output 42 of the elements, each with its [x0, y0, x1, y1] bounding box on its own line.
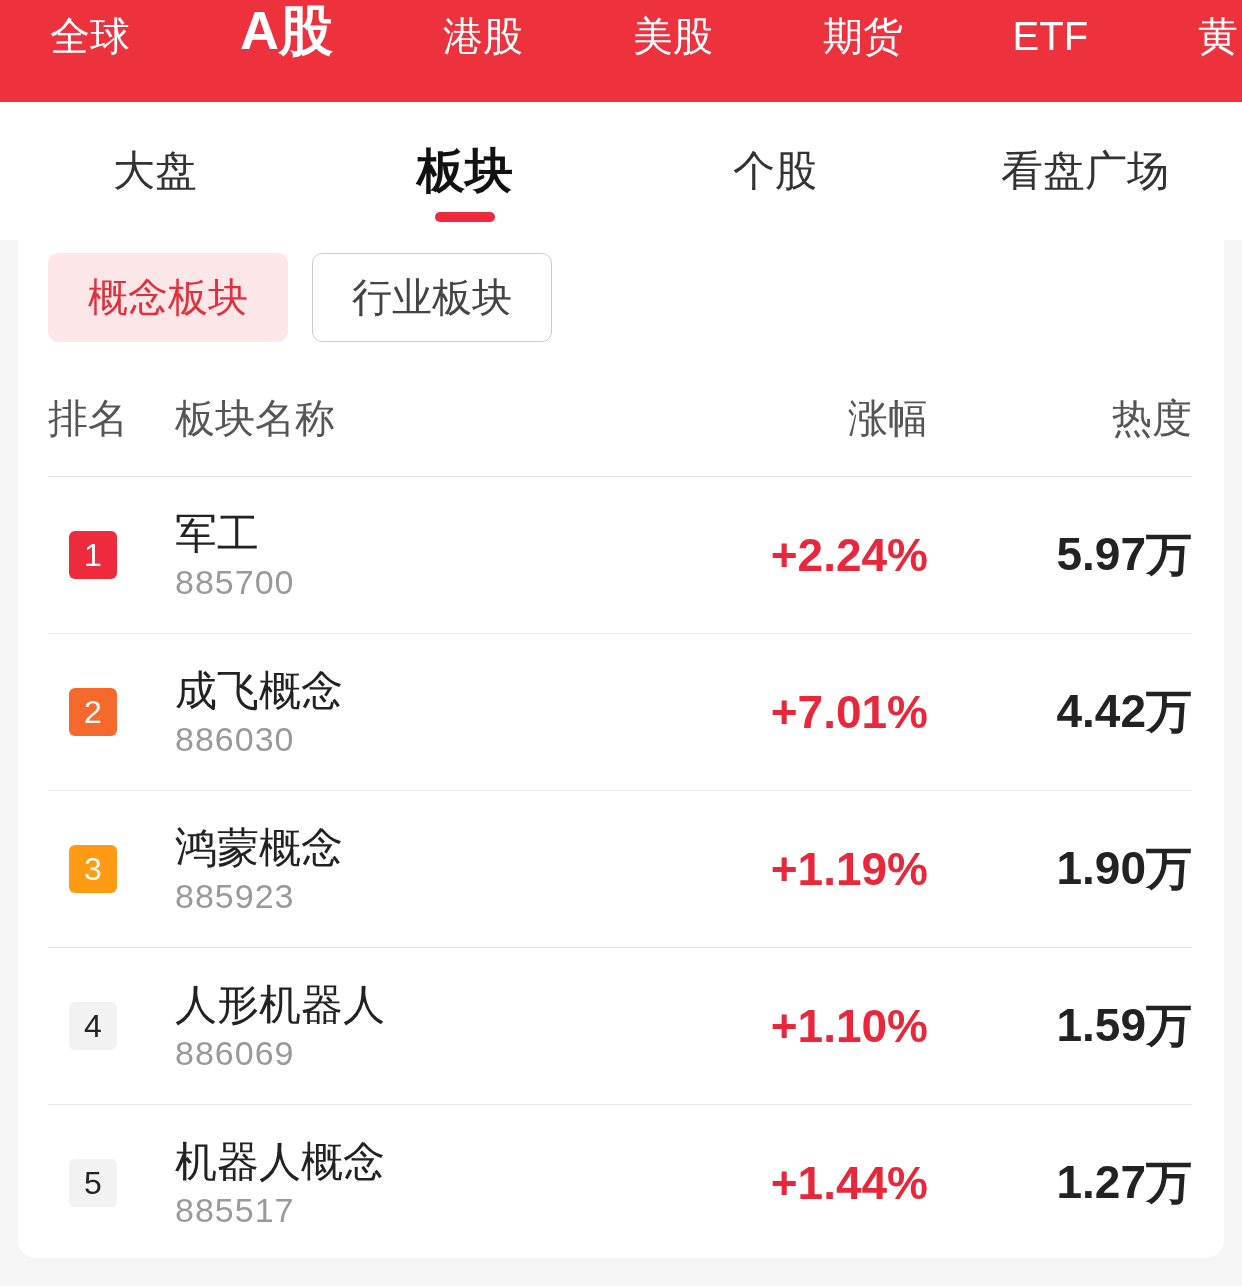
rank-badge: 2 [69, 688, 117, 736]
rank-badge: 5 [69, 1159, 117, 1207]
change-percent: +7.01% [770, 686, 928, 738]
heat-value: 1.90万 [1056, 842, 1192, 894]
heat-value: 1.27万 [1056, 1156, 1192, 1208]
sector-code: 885700 [175, 562, 295, 603]
rank-badge: 4 [69, 1002, 117, 1050]
rank-badge: 1 [69, 531, 117, 579]
column-header: 涨幅 [847, 395, 928, 442]
sector-name: 人形机器人 [175, 980, 385, 1030]
change-percent: +1.10% [770, 1000, 928, 1052]
change-percent: +1.19% [770, 843, 928, 895]
sector-code: 886030 [175, 719, 295, 760]
market-tab[interactable]: A股 [239, 0, 333, 60]
change-percent: +1.44% [770, 1157, 928, 1209]
sector-name: 军工 [175, 509, 259, 559]
market-tab[interactable]: 港股 [442, 11, 523, 61]
category-toggle[interactable]: 行业板块 [312, 253, 552, 342]
section-tab[interactable]: 大盘 [0, 102, 310, 222]
heat-value: 1.59万 [1056, 999, 1192, 1051]
column-header: 排名 [48, 395, 129, 442]
sector-name: 鸿蒙概念 [175, 823, 343, 873]
market-tab[interactable]: 全球 [50, 11, 130, 61]
column-header: 板块名称 [175, 395, 336, 442]
market-tab[interactable]: ETF [1012, 11, 1089, 61]
change-percent: +2.24% [770, 529, 928, 581]
section-tab[interactable]: 板块 [310, 102, 620, 222]
column-header: 热度 [1111, 395, 1192, 442]
market-tab[interactable]: 期货 [822, 11, 903, 61]
section-tab[interactable]: 个股 [620, 102, 930, 222]
sector-code: 885517 [175, 1190, 295, 1231]
sector-name: 成飞概念 [175, 666, 343, 716]
sector-code: 885923 [175, 876, 295, 917]
category-toggle[interactable]: 概念板块 [48, 253, 288, 342]
rank-badge: 3 [69, 845, 117, 893]
heat-value: 4.42万 [1056, 685, 1192, 737]
market-tab[interactable]: 美股 [632, 11, 713, 61]
sector-name: 机器人概念 [175, 1137, 385, 1187]
section-tab[interactable]: 看盘广场 [930, 102, 1240, 222]
heat-value: 5.97万 [1056, 528, 1192, 580]
market-tab[interactable]: 黄 [1198, 11, 1238, 61]
sector-code: 886069 [175, 1033, 295, 1074]
